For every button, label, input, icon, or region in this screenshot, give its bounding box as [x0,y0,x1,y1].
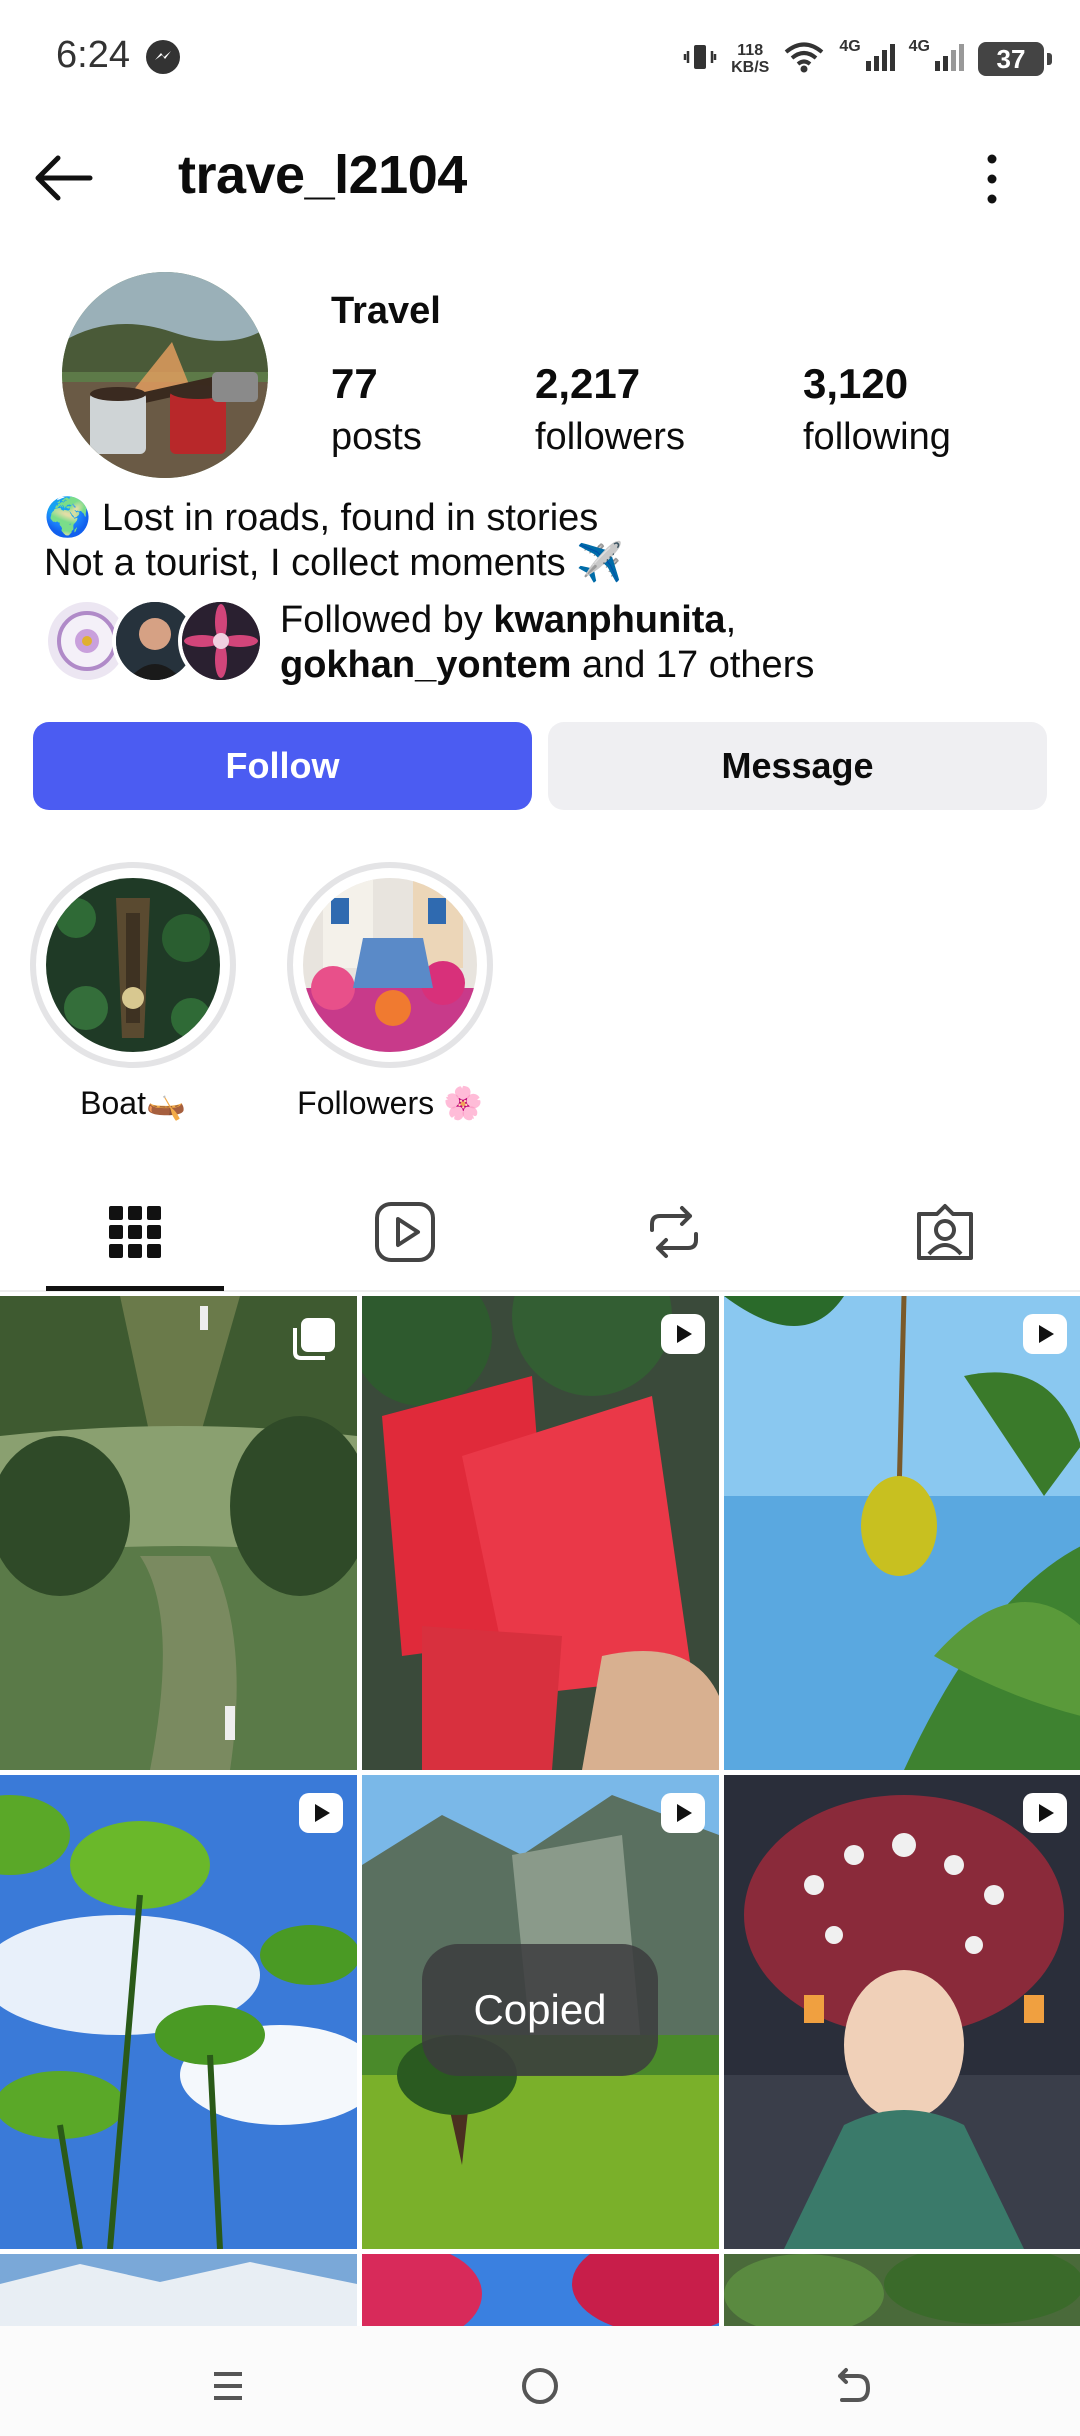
signal-icon [865,43,895,76]
reels-icon [375,1202,435,1262]
story-highlight-boat[interactable]: Boat🛶 [30,862,236,1122]
following-stat[interactable]: 3,120 following [803,360,951,459]
page-title: trave_l2104 [178,145,467,205]
reel-icon [299,1793,343,1833]
tab-posts[interactable] [95,1192,175,1272]
followed-user-link[interactable]: gokhan_yontem [280,644,571,686]
more-options-button[interactable] [970,144,1014,214]
signal-icon [934,43,964,76]
back-nav-button[interactable] [822,2356,882,2416]
avatar[interactable] [62,272,268,478]
profile-tabs [0,1180,1080,1292]
menu-icon [214,2372,242,2400]
status-icons: 118 KB/S 4G 4G 37 [683,34,1052,84]
carousel-icon [293,1316,337,1360]
more-vertical-icon [987,154,997,204]
reel-icon [1023,1314,1067,1354]
back-arrow-icon [35,155,93,201]
bio-line: Not a tourist, I collect moments ✈️ [44,542,624,584]
grid-post[interactable] [724,2254,1080,2326]
tagged-icon [917,1204,973,1260]
reel-icon [661,1793,705,1833]
battery-icon: 37 [978,42,1052,76]
bio-line: 🌍 Lost in roads, found in stories [44,497,599,539]
grid-post[interactable] [0,1775,357,2249]
follow-button[interactable]: Follow [33,722,532,810]
posts-stat[interactable]: 77 posts [331,360,422,459]
posts-label: posts [331,416,422,458]
highlight-label: Boat🛶 [80,1085,186,1121]
active-tab-indicator [46,1286,224,1291]
grid-post[interactable] [0,1296,357,1770]
highlight-label: Followers 🌸 [297,1085,483,1121]
followers-label: followers [535,416,685,458]
message-button[interactable]: Message [548,722,1047,810]
messenger-icon [146,40,180,74]
reel-icon [661,1314,705,1354]
followers-count: 2,217 [535,360,641,407]
menu-nav-button[interactable] [198,2356,258,2416]
home-nav-button[interactable] [510,2356,570,2416]
campfire-image [62,272,268,478]
grid-post[interactable] [724,1296,1080,1770]
tab-reels[interactable] [365,1192,445,1272]
followed-by-avatars[interactable] [44,598,264,686]
net-speed: 118 KB/S [731,42,770,76]
home-icon [522,2368,558,2404]
tab-tagged[interactable] [905,1192,985,1272]
grid-icon [109,1206,161,1258]
profile-header: trave_l2104 [0,130,1080,226]
status-time: 6:24 [56,34,130,76]
back-icon [838,2368,870,2402]
grid-post[interactable] [724,1775,1080,2249]
followed-by-text[interactable]: Followed by kwanphunita, gokhan_yontem a… [280,598,814,688]
status-bar: 6:24 118 KB/S 4G 4G 37 [0,0,1080,120]
vibrate-icon [683,40,717,79]
signal2-label: 4G [908,38,930,55]
grid-post[interactable] [0,2254,357,2326]
followers-stat[interactable]: 2,217 followers [535,360,685,459]
followed-user-link[interactable]: kwanphunita [493,599,725,641]
tab-reposts[interactable] [634,1192,714,1272]
grid-post[interactable] [362,2254,719,2326]
copied-toast: Copied [422,1944,658,2076]
reposts-icon [650,1206,698,1258]
reel-icon [1023,1793,1067,1833]
posts-count: 77 [331,360,378,407]
grid-post[interactable] [362,1296,719,1770]
signal1-label: 4G [839,38,861,55]
display-name: Travel [331,290,441,332]
wifi-icon [783,40,825,79]
bio: 🌍 Lost in roads, found in stories Not a … [44,496,624,586]
avatar [178,598,264,684]
following-count: 3,120 [803,360,909,407]
following-label: following [803,416,951,458]
story-highlight-followers[interactable]: Followers 🌸 [287,862,493,1122]
system-nav-bar [0,2326,1080,2436]
back-button[interactable] [30,148,100,208]
